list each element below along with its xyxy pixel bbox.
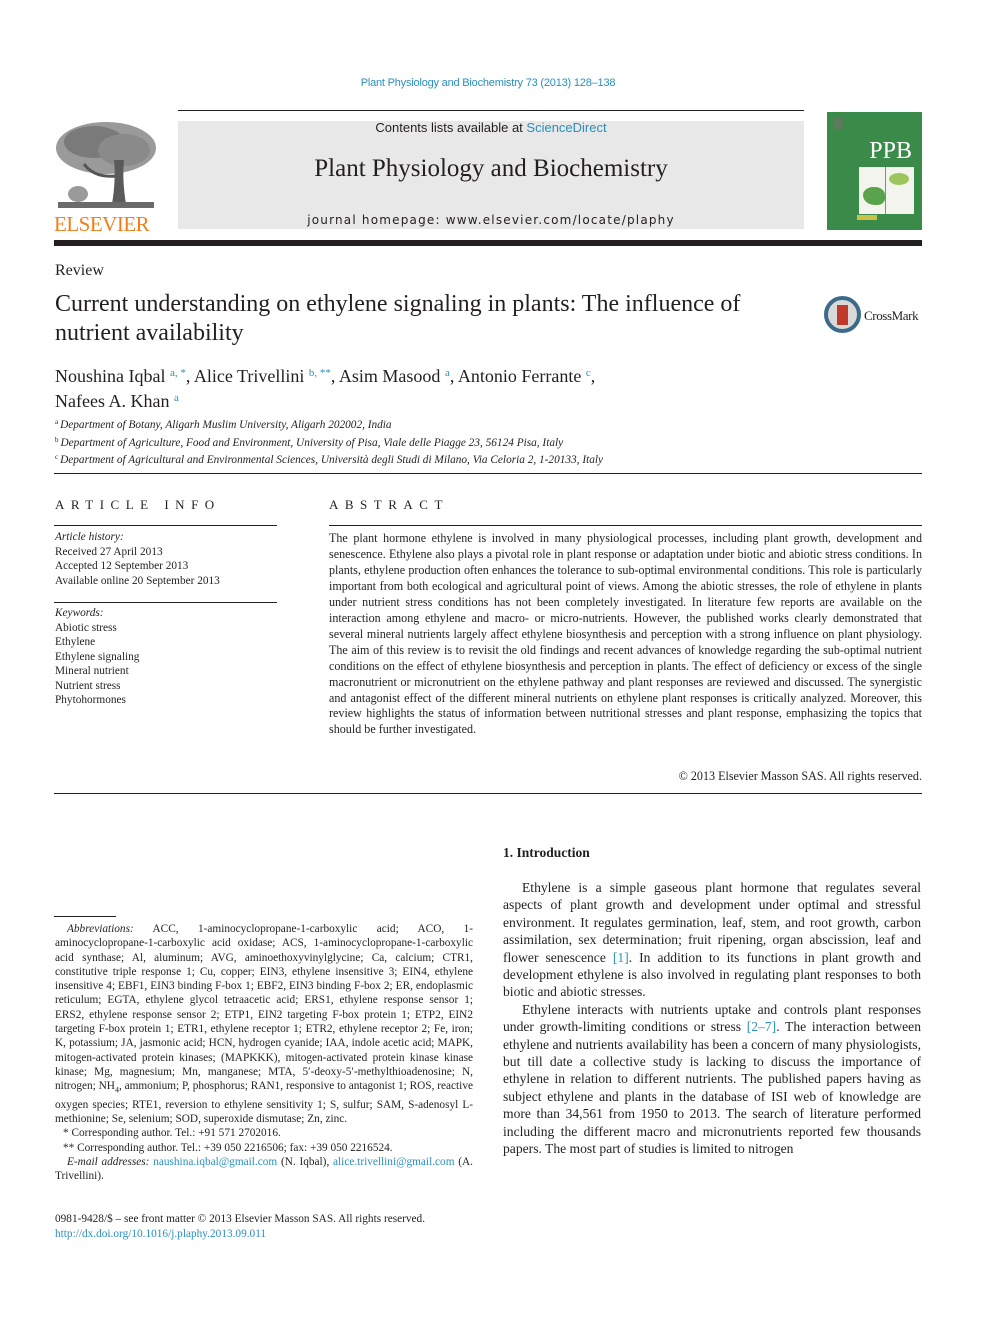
citation-link[interactable]: [1]	[613, 950, 629, 965]
front-matter: 0981-9428/$ – see front matter © 2013 El…	[55, 1212, 495, 1241]
email-footnote: E-mail addresses: naushina.iqbal@gmail.c…	[55, 1155, 473, 1184]
author-sep: ,	[185, 366, 194, 386]
author-sep: ,	[449, 366, 458, 386]
author-name[interactable]: Nafees A. Khan	[55, 391, 169, 411]
paragraph: Ethylene is a simple gaseous plant hormo…	[503, 879, 921, 1001]
footnotes: Abbreviations: ACC, 1-aminocyclopropane-…	[55, 922, 473, 1184]
article-info-heading: ARTICLE INFO	[55, 497, 221, 512]
email-link[interactable]: alice.trivellini@gmail.com	[333, 1156, 454, 1168]
running-head[interactable]: Plant Physiology and Biochemistry 73 (20…	[0, 77, 976, 89]
text: . The interaction between ethylene and n…	[503, 1019, 921, 1157]
abstract-heading: ABSTRACT	[329, 497, 449, 512]
crossmark-icon	[824, 296, 861, 333]
cover-publisher-icon	[833, 118, 843, 130]
cover-tag	[857, 215, 877, 220]
email-label: E-mail addresses:	[67, 1156, 150, 1168]
author-affil-link[interactable]: b, **	[309, 367, 331, 379]
divider	[54, 473, 922, 474]
keyword: Mineral nutrient	[55, 665, 129, 677]
ribbon-icon	[837, 305, 848, 325]
abstract-copyright: © 2013 Elsevier Masson SAS. All rights r…	[678, 769, 922, 783]
affiliation-key: a	[55, 418, 59, 426]
paragraph: Ethylene interacts with nutrients uptake…	[503, 1001, 921, 1158]
history-item: Received 27 April 2013	[55, 545, 163, 558]
author-affil-link[interactable]: a	[174, 392, 179, 404]
contents-availability: Contents lists available at ScienceDirec…	[178, 120, 804, 135]
article-history: Article history: Received 27 April 2013 …	[55, 530, 220, 588]
email-link[interactable]: naushina.iqbal@gmail.com	[153, 1156, 277, 1168]
keyword: Ethylene signaling	[55, 650, 140, 663]
abstract-body: The plant hormone ethylene is involved i…	[329, 531, 922, 737]
keywords: Keywords: Abiotic stress Ethylene Ethyle…	[55, 606, 139, 708]
divider	[54, 602, 277, 603]
email-owner: (N. Iqbal),	[277, 1156, 334, 1168]
crossmark-button[interactable]: CrossMark	[824, 296, 924, 336]
keyword: Nutrient stress	[55, 679, 121, 692]
keyword: Phytohormones	[55, 694, 126, 706]
divider	[329, 525, 922, 526]
footnote-rule	[54, 916, 116, 917]
cover-divider	[885, 167, 886, 214]
abbreviations-text: ACC, 1-aminocyclopropane-1-carboxylic ac…	[55, 923, 473, 1093]
issn-line: 0981-9428/$ – see front matter © 2013 El…	[55, 1213, 426, 1225]
introduction-body: Ethylene is a simple gaseous plant hormo…	[503, 879, 921, 1158]
history-item: Available online 20 September 2013	[55, 574, 220, 587]
article-title: Current understanding on ethylene signal…	[55, 291, 741, 346]
keyword: Ethylene	[55, 636, 96, 648]
affiliation: b Department of Agriculture, Food and Env…	[55, 433, 915, 451]
tree-icon	[54, 120, 158, 212]
divider	[54, 793, 922, 794]
masthead-bottom-rule	[54, 240, 922, 246]
keyword: Abiotic stress	[55, 621, 117, 634]
affiliation-text: Department of Agriculture, Food and Envi…	[60, 436, 564, 449]
affiliations: a Department of Botany, Aligarh Muslim Un…	[55, 415, 915, 468]
corresponding-author-1: * Corresponding author. Tel.: +91 571 27…	[63, 1127, 281, 1140]
sciencedirect-link[interactable]: ScienceDirect	[526, 120, 606, 135]
author-name[interactable]: Alice Trivellini	[194, 366, 305, 386]
affiliation: a Department of Botany, Aligarh Muslim Un…	[55, 415, 915, 433]
affiliation-key: c	[55, 453, 59, 462]
article-type: Review	[55, 262, 104, 279]
contents-prefix: Contents lists available at	[375, 120, 527, 135]
affiliation-key: b	[55, 435, 59, 444]
keywords-label: Keywords:	[55, 607, 104, 619]
journal-title: Plant Physiology and Biochemistry	[314, 155, 668, 182]
divider	[54, 525, 277, 526]
journal-homepage[interactable]: journal homepage: www.elsevier.com/locat…	[178, 213, 804, 227]
doi-link[interactable]: http://dx.doi.org/10.1016/j.plaphy.2013.…	[55, 1227, 495, 1242]
author-name[interactable]: Antonio Ferrante	[458, 366, 581, 386]
citation-link[interactable]: [2–7]	[747, 1019, 776, 1034]
crossmark-label: CrossMark	[864, 308, 919, 323]
corresponding-author-2: ** Corresponding author. Tel.: +39 050 2…	[63, 1141, 393, 1154]
history-label: Article history:	[55, 531, 124, 543]
history-item: Accepted 12 September 2013	[55, 560, 189, 572]
masthead-top-rule	[178, 110, 804, 111]
author-affil-link[interactable]: a, *	[170, 367, 186, 379]
section-heading: 1. Introduction	[503, 845, 590, 860]
author-sep: ,	[330, 366, 339, 386]
journal-cover-thumbnail[interactable]: PPB	[827, 112, 922, 230]
abbreviations-label: Abbreviations:	[67, 923, 134, 935]
leaf-icon	[889, 173, 909, 185]
abbreviations-footnote: Abbreviations: ACC, 1-aminocyclopropane-…	[55, 922, 473, 1126]
affiliation: c Department of Agricultural and Environm…	[55, 450, 915, 468]
affiliation-text: Department of Botany, Aligarh Muslim Uni…	[60, 419, 392, 431]
affiliation-text: Department of Agricultural and Environme…	[60, 454, 604, 467]
author-sep: ,	[590, 366, 596, 386]
author-name[interactable]: Noushina Iqbal	[55, 366, 165, 386]
author-name[interactable]: Asim Masood	[339, 366, 441, 386]
cover-figure	[859, 167, 914, 214]
elsevier-wordmark: ELSEVIER	[54, 212, 150, 236]
cover-abbrev: PPB	[869, 138, 912, 164]
author-list: Noushina Iqbal a, *, Alice Trivellini b,…	[55, 362, 815, 412]
leaf-icon	[863, 187, 885, 205]
